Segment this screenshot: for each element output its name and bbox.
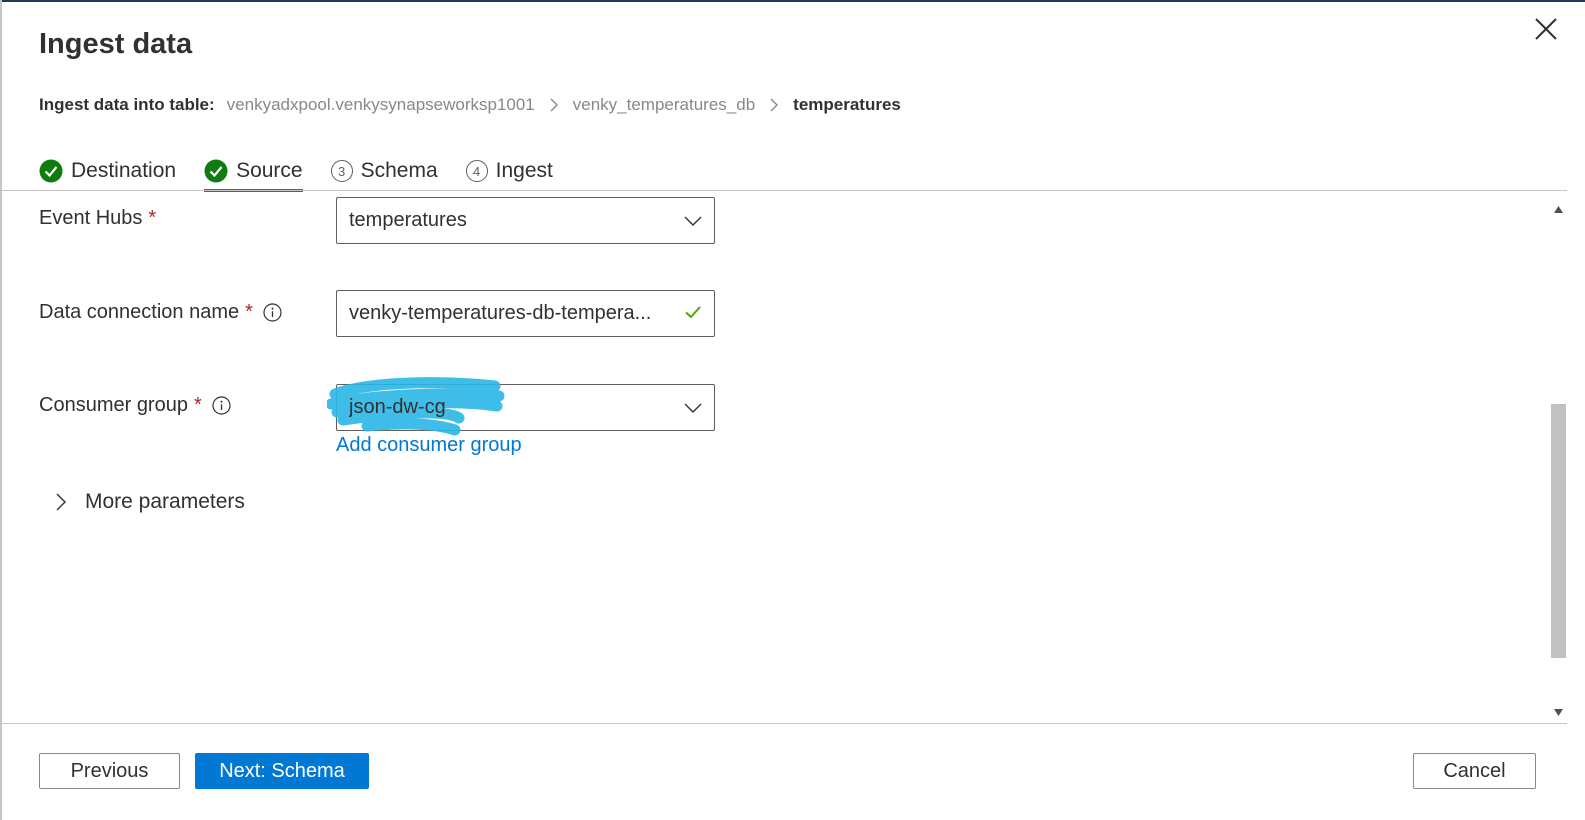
tab-schema[interactable]: 3 Schema [330,152,438,190]
consumer-group-label-text: Consumer group [39,394,188,416]
info-icon[interactable] [263,303,282,322]
more-parameters-toggle[interactable]: More parameters [55,490,245,514]
breadcrumb-item-pool[interactable]: venkyadxpool.venkysynapseworksp1001 [227,95,535,115]
next-schema-button[interactable]: Next: Schema [195,753,369,789]
chevron-right-icon [769,98,779,112]
consumer-group-value: json-dw-cg [349,396,446,418]
required-marker: * [193,394,202,416]
data-connection-name-input[interactable]: venky-temperatures-db-tempera... [336,290,715,337]
breadcrumb-item-database[interactable]: venky_temperatures_db [573,95,755,115]
chevron-down-icon [684,396,702,419]
event-hubs-label: Event Hubs * [39,207,156,230]
breadcrumb-label: Ingest data into table: [39,95,215,114]
tab-ingest[interactable]: 4 Ingest [465,152,553,190]
window-top-border [0,0,1585,2]
data-connection-label-text: Data connection name [39,301,240,323]
vertical-scrollbar[interactable] [1549,192,1567,722]
tabs-divider [2,190,1567,191]
chevron-right-icon [55,492,67,512]
chevron-down-icon [684,209,702,232]
close-icon [1535,18,1557,40]
more-parameters-label: More parameters [85,490,245,513]
required-marker: * [148,207,157,229]
scrollbar-thumb[interactable] [1551,404,1566,658]
tab-destination[interactable]: Destination [39,152,176,190]
data-connection-label: Data connection name * [39,301,282,324]
dialog-title: Ingest data [39,28,193,60]
event-hubs-label-text: Event Hubs [39,207,143,229]
required-marker: * [245,301,253,323]
breadcrumb: Ingest data into table: venkyadxpool.ven… [39,95,901,115]
tab-label: Source [236,159,303,182]
consumer-group-label: Consumer group * [39,394,231,417]
data-connection-value: venky-temperatures-db-tempera... [349,302,652,324]
tab-label: Schema [360,159,438,182]
scroll-down-icon[interactable] [1554,703,1563,721]
info-icon[interactable] [212,396,231,415]
close-button[interactable] [1531,14,1561,44]
event-hubs-dropdown[interactable]: temperatures [336,197,715,244]
checkmark-icon [684,302,702,325]
previous-button[interactable]: Previous [39,753,180,789]
add-consumer-group-link[interactable]: Add consumer group [336,434,522,457]
tab-label: Ingest [495,159,553,182]
event-hubs-value: temperatures [349,209,467,231]
breadcrumb-item-table: temperatures [793,95,901,114]
chevron-right-icon [549,98,559,112]
scroll-up-icon[interactable] [1554,200,1563,218]
check-circle-icon [204,159,228,183]
consumer-group-dropdown[interactable]: json-dw-cg [336,384,715,431]
step-number-icon: 3 [330,160,353,182]
tab-label: Destination [71,159,177,182]
window-left-border [0,0,2,820]
check-circle-icon [39,159,63,183]
cancel-button[interactable]: Cancel [1413,753,1536,789]
wizard-tabs: Destination Source 3 Schema 4 Ingest [39,152,581,192]
footer-divider [2,723,1567,724]
tab-source[interactable]: Source [204,152,303,192]
step-number-icon: 4 [465,160,488,182]
